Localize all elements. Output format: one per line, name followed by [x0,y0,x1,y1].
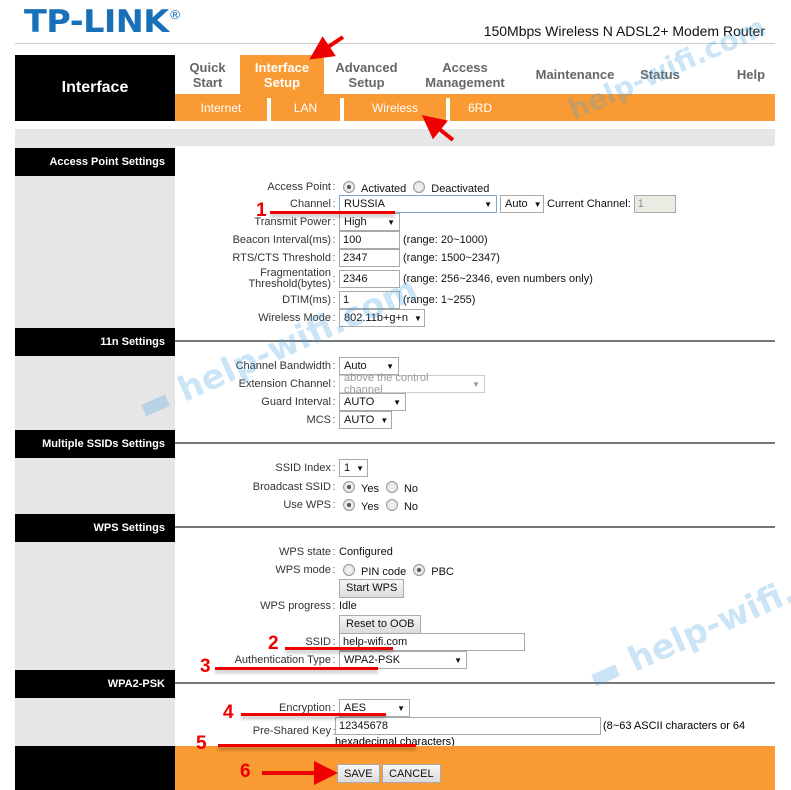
annotation-number: 5 [196,733,207,754]
annotation-underline [270,211,395,214]
annotation-number: 1 [256,200,267,221]
annotation-number: 3 [200,656,211,677]
annotation-underline [215,667,378,670]
arrow-to-interface-setup [309,35,345,60]
annotation-underline [241,713,386,716]
annotation-underline [285,647,393,650]
annotation-number: 6 [240,761,251,782]
arrow-to-wireless [421,115,455,142]
annotation-arrows [262,35,455,785]
annotation-number: 4 [223,702,234,723]
annotation-underline [218,744,416,747]
annotation-number: 2 [268,633,279,654]
